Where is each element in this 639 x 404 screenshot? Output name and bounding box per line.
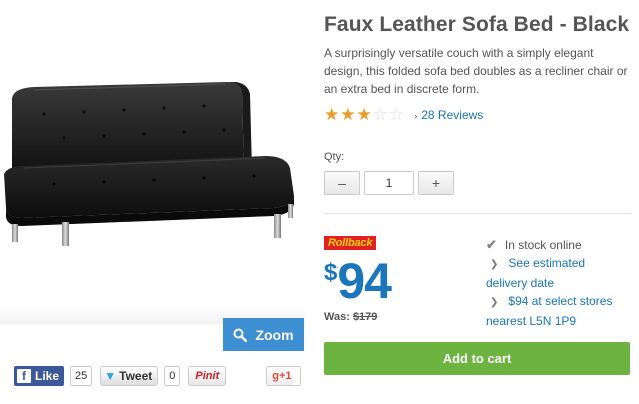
was-label: Was: xyxy=(324,311,350,323)
product-image[interactable] xyxy=(4,78,300,248)
store-location-link[interactable]: nearest L5N 1P9 xyxy=(486,314,576,328)
price: $ 94 xyxy=(324,252,392,310)
star-empty-icon: ☆ xyxy=(389,105,405,124)
quantity-input[interactable] xyxy=(364,171,414,195)
was-price: Was: $179 xyxy=(324,311,377,323)
chevron-right-icon: ❯ xyxy=(490,259,499,270)
quantity-label: Qty: xyxy=(324,151,345,163)
twitter-bird-icon: ▼ xyxy=(104,369,117,383)
rollback-badge: Rollback xyxy=(324,236,377,250)
facebook-like-button[interactable]: f Like xyxy=(14,366,65,386)
tweet-label: Tweet xyxy=(119,369,153,383)
delivery-date-link-2[interactable]: delivery date xyxy=(486,276,554,290)
reviews-label: 28 Reviews xyxy=(421,108,484,122)
star-full-icon: ★ xyxy=(356,105,372,124)
social-share-bar: f Like 25 ▼ Tweet 0 Pinit g+1 xyxy=(14,366,298,386)
reviews-link[interactable]: › 28 Reviews xyxy=(414,108,483,122)
in-stock-status: ✔ In stock online xyxy=(486,236,636,254)
divider xyxy=(324,213,631,214)
facebook-icon: f xyxy=(17,369,31,383)
rating-row: ★ ★ ★ ☆ ☆ › 28 Reviews xyxy=(324,105,634,124)
tweet-button[interactable]: ▼ Tweet xyxy=(100,366,159,386)
product-image-area: Zoom xyxy=(0,0,305,352)
availability: ✔ In stock online ❯ See estimated delivery… xyxy=(486,236,636,330)
star-rating[interactable]: ★ ★ ★ ☆ ☆ xyxy=(324,105,405,124)
google-plus-label: g+1 xyxy=(272,370,292,382)
delivery-date-row: ❯ See estimated xyxy=(486,254,636,274)
star-full-icon: ★ xyxy=(340,105,356,124)
chevron-right-icon: ❯ xyxy=(490,297,499,308)
chevron-right-icon: › xyxy=(414,111,418,121)
facebook-like-label: Like xyxy=(35,369,60,383)
pinterest-button[interactable]: Pinit xyxy=(188,366,227,386)
price-amount: 94 xyxy=(337,253,392,309)
in-stock-label: In stock online xyxy=(504,238,582,252)
delivery-date-link[interactable]: See estimated xyxy=(508,256,585,270)
delivery-date-row-2: delivery date xyxy=(486,274,636,292)
quantity-decrease-button[interactable]: – xyxy=(324,171,360,195)
zoom-button[interactable]: Zoom xyxy=(223,318,304,351)
product-details: Faux Leather Sofa Bed - Black A surprisi… xyxy=(324,0,634,375)
checkmark-icon: ✔ xyxy=(486,237,497,252)
tweet-count: 0 xyxy=(164,366,181,386)
store-price-row: ❯ $94 at select stores xyxy=(486,292,636,312)
facebook-like-count: 25 xyxy=(70,366,93,386)
product-description: A surprisingly versatile couch with a si… xyxy=(324,46,628,96)
search-icon xyxy=(233,328,248,342)
quantity-increase-button[interactable]: + xyxy=(418,171,454,195)
pinterest-label: Pinit xyxy=(195,370,220,382)
zoom-label: Zoom xyxy=(255,326,294,343)
add-to-cart-button[interactable]: Add to cart xyxy=(324,342,630,375)
google-plus-count xyxy=(293,366,301,386)
product-title: Faux Leather Sofa Bed - Black xyxy=(324,13,630,36)
was-price-value: $179 xyxy=(352,311,378,323)
quantity-stepper: – + xyxy=(324,171,454,195)
star-empty-icon: ☆ xyxy=(372,105,388,124)
star-full-icon: ★ xyxy=(324,105,340,124)
price-currency: $ xyxy=(324,259,338,286)
store-price-row-2: nearest L5N 1P9 xyxy=(486,312,636,330)
store-price-link[interactable]: $94 at select stores xyxy=(508,294,612,308)
